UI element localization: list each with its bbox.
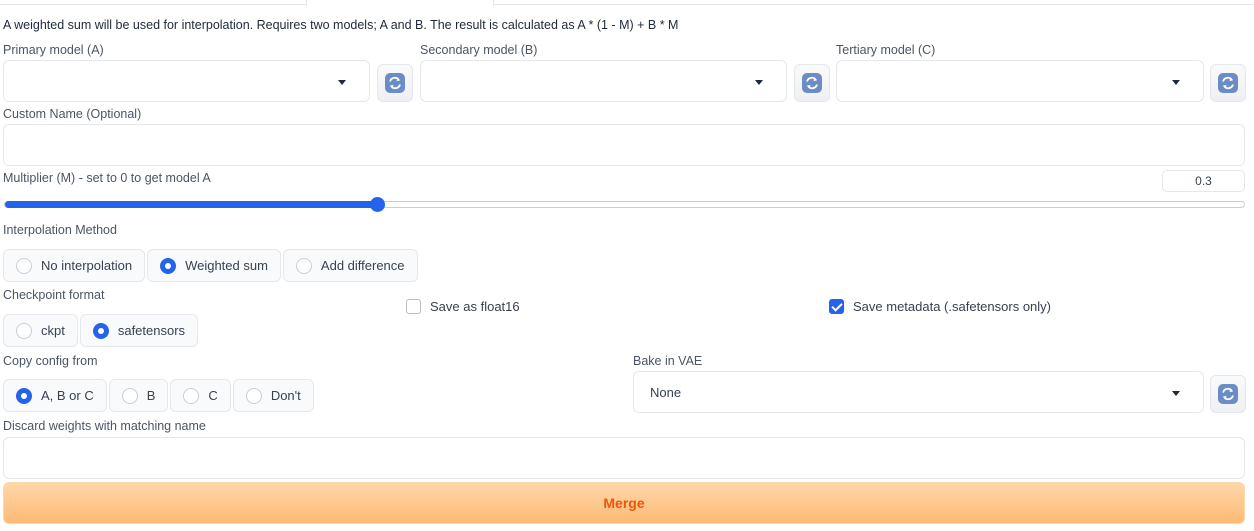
tab-active[interactable] bbox=[306, 0, 494, 6]
checkpoint-option-safetensors[interactable]: safetensors bbox=[79, 314, 199, 347]
custom-name-label: Custom Name (Optional) bbox=[3, 107, 142, 121]
chevron-down-icon bbox=[1172, 80, 1180, 85]
interpolation-method-label: Interpolation Method bbox=[3, 223, 117, 237]
tertiary-model-label: Tertiary model (C) bbox=[836, 43, 936, 57]
interpolation-method-radio-group: No interpolation Weighted sum Add differ… bbox=[3, 249, 418, 282]
merge-button[interactable]: Merge bbox=[3, 482, 1245, 524]
checkpoint-option-ckpt[interactable]: ckpt bbox=[3, 314, 78, 347]
copy-config-option-c[interactable]: C bbox=[170, 379, 231, 412]
multiplier-slider-fill bbox=[5, 201, 377, 208]
save-float16-checkbox[interactable]: Save as float16 bbox=[406, 299, 520, 314]
bake-vae-dropdown[interactable]: None bbox=[633, 371, 1204, 413]
interpolation-option-weighted-sum[interactable]: Weighted sum bbox=[147, 249, 281, 282]
multiplier-label: Multiplier (M) - set to 0 to get model A bbox=[3, 171, 211, 185]
checkpoint-format-label: Checkpoint format bbox=[3, 288, 105, 302]
radio-button[interactable] bbox=[183, 387, 200, 404]
radio-button-selected[interactable] bbox=[92, 322, 109, 339]
checkbox-checked[interactable] bbox=[829, 299, 844, 314]
refresh-tertiary-button[interactable] bbox=[1210, 64, 1246, 102]
secondary-model-label: Secondary model (B) bbox=[420, 43, 538, 57]
custom-name-input[interactable] bbox=[3, 124, 1245, 166]
copy-config-label: Copy config from bbox=[3, 354, 98, 368]
refresh-icon bbox=[385, 73, 405, 93]
multiplier-slider-handle[interactable] bbox=[369, 197, 385, 212]
chevron-down-icon bbox=[1172, 391, 1180, 396]
radio-button[interactable] bbox=[295, 257, 312, 274]
primary-model-label: Primary model (A) bbox=[3, 43, 104, 57]
chevron-down-icon bbox=[755, 80, 763, 85]
radio-button[interactable] bbox=[16, 322, 32, 339]
multiplier-slider[interactable] bbox=[4, 197, 1245, 212]
chevron-down-icon bbox=[338, 80, 346, 85]
refresh-icon bbox=[1218, 73, 1238, 93]
discard-weights-input[interactable] bbox=[3, 437, 1245, 479]
tab-strip bbox=[0, 0, 1254, 5]
checkpoint-format-radio-group: ckpt safetensors bbox=[3, 314, 199, 347]
primary-model-dropdown[interactable] bbox=[3, 60, 370, 102]
copy-config-option-abc[interactable]: A, B or C bbox=[3, 379, 107, 412]
save-metadata-checkbox[interactable]: Save metadata (.safetensors only) bbox=[829, 299, 1051, 314]
secondary-model-dropdown[interactable] bbox=[420, 60, 787, 102]
interpolation-option-add-difference[interactable]: Add difference bbox=[282, 249, 418, 282]
merge-description: A weighted sum will be used for interpol… bbox=[3, 18, 679, 32]
refresh-secondary-button[interactable] bbox=[794, 64, 830, 102]
multiplier-number-input[interactable]: 0.3 bbox=[1162, 170, 1245, 192]
refresh-icon bbox=[1218, 384, 1238, 404]
refresh-icon bbox=[802, 73, 822, 93]
tertiary-model-dropdown[interactable] bbox=[836, 60, 1204, 102]
checkbox-unchecked[interactable] bbox=[406, 299, 421, 314]
interpolation-option-none[interactable]: No interpolation bbox=[3, 249, 146, 282]
refresh-primary-button[interactable] bbox=[377, 64, 413, 102]
radio-button[interactable] bbox=[245, 387, 262, 404]
discard-weights-label: Discard weights with matching name bbox=[3, 419, 206, 433]
radio-button-selected[interactable] bbox=[16, 387, 32, 404]
radio-button[interactable] bbox=[16, 257, 32, 274]
copy-config-option-b[interactable]: B bbox=[108, 379, 169, 412]
refresh-vae-button[interactable] bbox=[1210, 375, 1246, 413]
copy-config-radio-group: A, B or C B C Don't bbox=[3, 379, 314, 412]
bake-vae-label: Bake in VAE bbox=[633, 354, 703, 368]
bake-vae-value: None bbox=[650, 385, 682, 400]
radio-button-selected[interactable] bbox=[160, 257, 177, 274]
radio-button[interactable] bbox=[121, 387, 138, 404]
copy-config-option-dont[interactable]: Don't bbox=[232, 379, 314, 412]
